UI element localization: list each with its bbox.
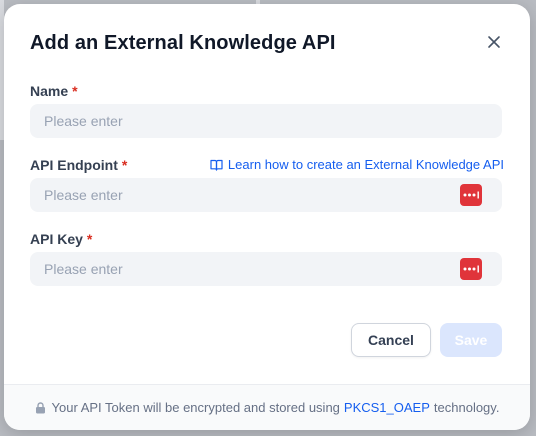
- api-endpoint-label: API Endpoint *: [30, 157, 127, 173]
- close-icon: [488, 36, 500, 48]
- dialog-title: Add an External Knowledge API: [30, 32, 336, 54]
- learn-how-link[interactable]: Learn how to create an External Knowledg…: [210, 157, 504, 172]
- cancel-button[interactable]: Cancel: [351, 323, 431, 357]
- required-mark: *: [86, 231, 93, 247]
- encryption-notice-suffix: technology.: [433, 400, 500, 415]
- close-button[interactable]: [482, 30, 506, 54]
- encryption-notice: Your API Token will be encrypted and sto…: [4, 384, 530, 430]
- lock-icon: [35, 401, 46, 414]
- add-external-knowledge-api-dialog: Add an External Knowledge API Name* API …: [4, 4, 530, 430]
- name-label-text: Name: [30, 83, 69, 99]
- api-endpoint-label-text: API Endpoint: [30, 157, 118, 173]
- api-key-label-text: API Key: [30, 231, 83, 247]
- name-input[interactable]: [30, 104, 502, 138]
- pkcs-link[interactable]: PKCS1_OAEP: [344, 400, 430, 415]
- password-manager-icon[interactable]: [460, 258, 482, 280]
- api-endpoint-input[interactable]: [30, 178, 502, 212]
- learn-how-link-text: Learn how to create an External Knowledg…: [227, 157, 504, 172]
- save-button[interactable]: Save: [440, 323, 502, 357]
- password-manager-icon[interactable]: [460, 184, 482, 206]
- name-label: Name *: [30, 83, 78, 99]
- api-key-label: API Key *: [30, 231, 92, 247]
- required-mark: *: [121, 157, 128, 173]
- required-mark: *: [72, 83, 78, 99]
- encryption-notice-prefix: Your API Token will be encrypted and sto…: [51, 400, 340, 415]
- api-key-input[interactable]: [30, 252, 502, 286]
- book-icon: [210, 159, 223, 171]
